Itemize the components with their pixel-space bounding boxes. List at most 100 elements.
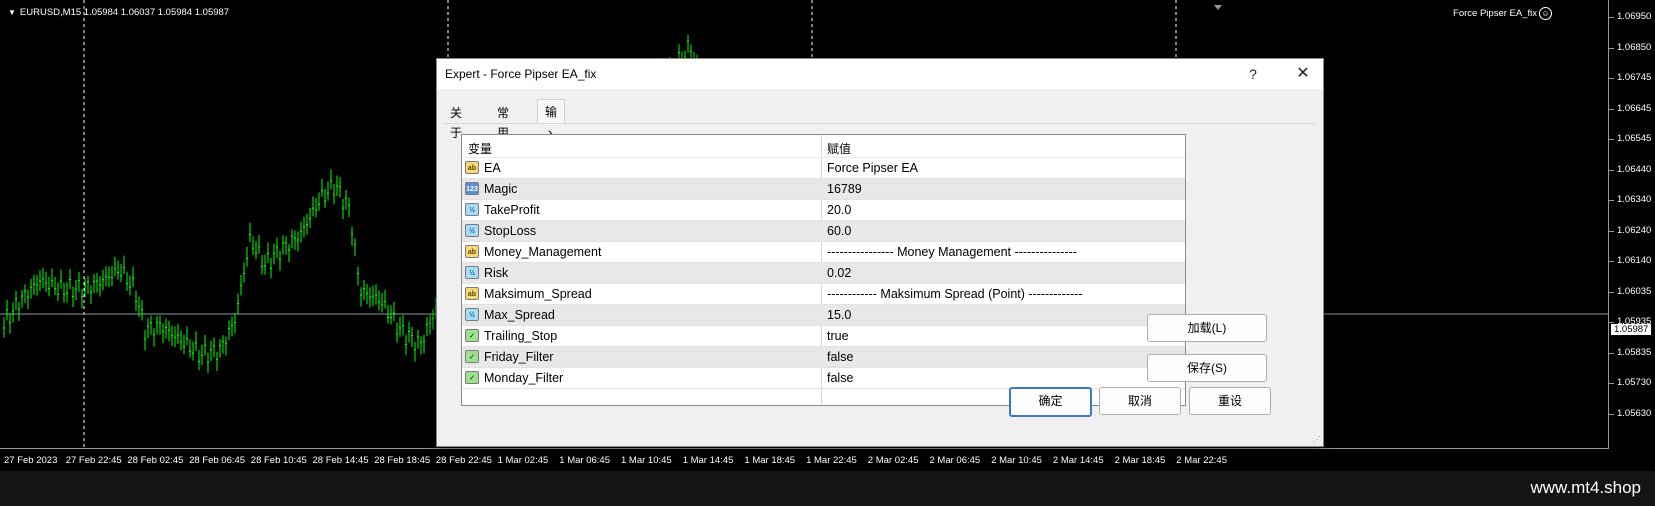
expert-properties-dialog: Expert - Force Pipser EA_fix ? ✕ 关于 常用 输… [436, 58, 1324, 447]
variable-value[interactable]: ---------------- Money Management ------… [827, 245, 1077, 259]
price-label: 1.06140 [1617, 255, 1652, 266]
variable-value[interactable]: ------------ Maksimum Spread (Point) ---… [827, 287, 1083, 301]
reset-button[interactable]: 重设 [1189, 387, 1271, 415]
variable-value[interactable]: Force Pipser EA [827, 161, 918, 175]
header-value[interactable]: 赋值 [827, 140, 851, 157]
time-label: 2 Mar 18:45 [1114, 455, 1166, 466]
time-label: 28 Feb 18:45 [374, 455, 431, 466]
load-button[interactable]: 加载(L) [1147, 314, 1267, 342]
symbol-info: ▼ EURUSD,M15 1.05984 1.06037 1.05984 1.05… [8, 7, 229, 18]
table-row[interactable]: ½ TakeProfit 20.0 [462, 200, 1185, 221]
variable-name: Maksimum_Spread [484, 287, 592, 301]
time-label: 1 Mar 10:45 [621, 455, 672, 466]
variable-value[interactable]: false [827, 371, 853, 385]
time-label: 2 Mar 02:45 [867, 455, 919, 466]
price-label: 1.06645 [1617, 102, 1652, 114]
time-axis: 27 Feb 2023 27 Feb 22:45 28 Feb 02:45 28 Fe… [0, 449, 1609, 471]
time-label: 2 Mar 06:45 [929, 455, 981, 466]
dialog-title: Expert - Force Pipser EA_fix [445, 67, 597, 81]
help-button[interactable]: ? [1243, 64, 1263, 84]
price-tick [1609, 108, 1614, 110]
bool-type-icon: ✓ [465, 329, 479, 342]
resize-grip-icon[interactable]: ⋰ [1313, 435, 1321, 444]
variable-name: StopLoss [484, 224, 537, 238]
time-label: 2 Mar 14:45 [1052, 455, 1104, 466]
ok-button[interactable]: 确定 [1009, 387, 1092, 417]
variable-name: Trailing_Stop [484, 329, 558, 343]
variable-name: Risk [484, 266, 509, 280]
table-row[interactable]: ab Money_Management ---------------- Money… [462, 242, 1185, 263]
table-row[interactable]: ½ Risk 0.02 [462, 263, 1185, 284]
variable-value[interactable]: false [827, 350, 853, 364]
save-button[interactable]: 保存(S) [1147, 354, 1267, 382]
time-label: 1 Mar 14:45 [682, 455, 734, 466]
chart-menu-icon[interactable]: ▼ [8, 8, 16, 17]
variable-value[interactable]: true [827, 329, 849, 343]
time-label: 28 Feb 14:45 [312, 455, 369, 466]
tab-inputs[interactable]: 输入参数 [537, 99, 566, 191]
time-label: 2 Mar 22:45 [1176, 455, 1227, 466]
variable-name: EA [484, 161, 501, 175]
inputs-table[interactable]: 变量 赋值 ab EA Force Pipser EA 123 Magic 16789 ½ T… [461, 134, 1186, 406]
price-label: 1.06950 [1617, 11, 1652, 22]
variable-name: Max_Spread [484, 308, 555, 322]
price-label: 1.05730 [1617, 377, 1652, 388]
price-tick [1609, 169, 1614, 171]
time-label: 1 Mar 22:45 [806, 455, 857, 466]
price-label: 1.06240 [1617, 224, 1652, 236]
time-label: 28 Feb 10:45 [250, 455, 307, 466]
tab-common[interactable]: 常用 [490, 103, 516, 140]
table-row[interactable]: ✓ Trailing_Stop true [462, 326, 1185, 347]
table-row[interactable]: ½ StopLoss 60.0 [462, 221, 1185, 242]
bottom-bar: www.mt4.shop [0, 471, 1655, 506]
price-label: 1.06850 [1617, 41, 1652, 53]
time-label: 28 Feb 22:45 [435, 455, 492, 466]
variable-value[interactable]: 60.0 [827, 224, 851, 238]
variable-name: Money_Management [484, 245, 602, 259]
price-tick [1609, 200, 1614, 201]
marker-icon [1214, 5, 1222, 10]
price-label: 1.06440 [1617, 163, 1652, 175]
string-type-icon: ab [465, 161, 479, 174]
variable-value[interactable]: 0.02 [827, 266, 851, 280]
symbol-info-text: EURUSD,M15 1.05984 1.06037 1.05984 1.059… [19, 7, 230, 18]
cancel-button[interactable]: 取消 [1099, 387, 1181, 415]
price-tick [1609, 413, 1614, 415]
variable-value[interactable]: 15.0 [827, 308, 851, 322]
price-label: 1.05835 [1617, 346, 1652, 358]
price-tick [1609, 139, 1614, 140]
string-type-icon: ab [465, 245, 479, 258]
variable-value[interactable]: 16789 [827, 182, 862, 196]
price-tick [1609, 291, 1614, 293]
time-label: 1 Mar 02:45 [497, 455, 549, 466]
table-row[interactable]: ab EA Force Pipser EA [462, 158, 1185, 179]
table-row[interactable]: ab Maksimum_Spread ------------ Maksimum S… [462, 284, 1185, 305]
time-label: 27 Feb 2023 [4, 455, 58, 466]
price-tick [1609, 230, 1614, 232]
bool-type-icon: ✓ [465, 371, 479, 384]
header-variable[interactable]: 变量 [468, 140, 492, 157]
table-row[interactable]: 123 Magic 16789 [462, 179, 1185, 200]
price-axis: 1.05630 1.05730 1.05835 1.05935 1.06035 1.061… [1609, 0, 1655, 449]
watermark: www.mt4.shop [1530, 478, 1641, 497]
table-row[interactable]: ½ Max_Spread 15.0 [462, 305, 1185, 326]
close-button[interactable]: ✕ [1293, 64, 1313, 84]
price-tick [1609, 78, 1614, 79]
price-tick [1609, 47, 1614, 49]
time-label: 1 Mar 06:45 [559, 455, 610, 466]
ea-badge[interactable]: Force Pipser EA_fix ☺ [1453, 7, 1552, 20]
price-tick [1609, 352, 1614, 354]
integer-type-icon: 123 [465, 182, 479, 195]
variable-value[interactable]: 20.0 [827, 203, 851, 217]
dialog-titlebar[interactable]: Expert - Force Pipser EA_fix ? ✕ [437, 59, 1323, 89]
double-type-icon: ½ [465, 308, 479, 321]
table-row[interactable]: ✓ Monday_Filter false [462, 368, 1185, 389]
ea-badge-label: Force Pipser EA_fix [1453, 8, 1537, 20]
table-row[interactable]: ✓ Friday_Filter false [462, 347, 1185, 368]
price-label: 1.06545 [1617, 133, 1652, 144]
tab-about[interactable]: 关于 [443, 103, 469, 140]
current-price-label: 1.05987 [1611, 324, 1652, 335]
bool-type-icon: ✓ [465, 350, 479, 363]
inputs-pane: 变量 赋值 ab EA Force Pipser EA 123 Magic 16789 ½ T… [443, 123, 1315, 432]
time-label: 2 Mar 10:45 [991, 455, 1042, 466]
